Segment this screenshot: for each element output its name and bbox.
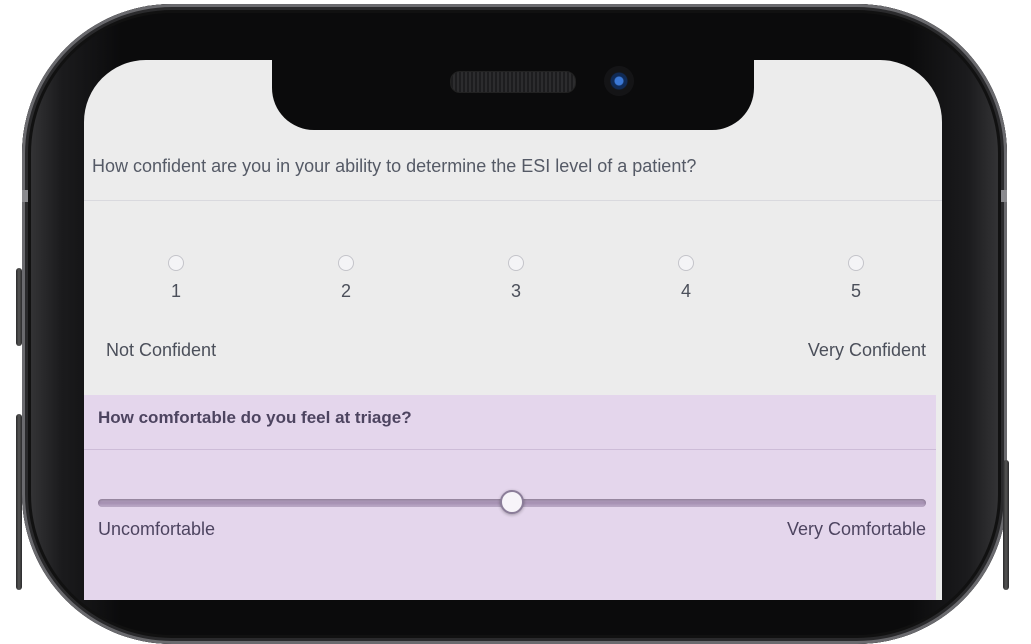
phone-screen: How confident are you in your ability to… (84, 60, 942, 600)
radio-label: 3 (510, 281, 521, 301)
question-confidence-text: How confident are you in your ability to… (92, 156, 697, 176)
question-comfort-text: How comfortable do you feel at triage? (98, 408, 412, 427)
power-button (1003, 460, 1009, 590)
scale-max-label: Very Confident (807, 340, 926, 360)
divider (84, 449, 936, 450)
radio-label: 1 (170, 281, 181, 301)
radio-label: 4 (680, 281, 691, 301)
volume-down-button (16, 414, 22, 590)
earpiece-speaker (450, 71, 576, 93)
front-camera-icon (604, 66, 634, 96)
radio-button[interactable] (338, 255, 354, 271)
confidence-radio-group: 1 2 3 4 5 (84, 255, 942, 315)
question-comfort-panel: How comfortable do you feel at triage? U… (84, 395, 936, 600)
scale-min-label: Not Confident (106, 340, 217, 360)
antenna-band (1001, 190, 1007, 202)
radio-option-2[interactable]: 2 (316, 255, 376, 302)
radio-button[interactable] (678, 255, 694, 271)
radio-label: 2 (340, 281, 351, 301)
radio-button[interactable] (508, 255, 524, 271)
radio-label: 5 (850, 281, 861, 301)
slider-thumb[interactable] (500, 490, 524, 514)
radio-option-5[interactable]: 5 (826, 255, 886, 302)
radio-button[interactable] (168, 255, 184, 271)
comfort-slider[interactable] (98, 490, 926, 514)
radio-button[interactable] (848, 255, 864, 271)
radio-option-1[interactable]: 1 (146, 255, 206, 302)
antenna-band (22, 190, 28, 202)
radio-option-4[interactable]: 4 (656, 255, 716, 302)
slider-max-label: Very Comfortable (786, 519, 926, 539)
slider-min-label: Uncomfortable (98, 519, 216, 539)
volume-up-button (16, 268, 22, 346)
radio-option-3[interactable]: 3 (486, 255, 546, 302)
divider (84, 200, 942, 201)
